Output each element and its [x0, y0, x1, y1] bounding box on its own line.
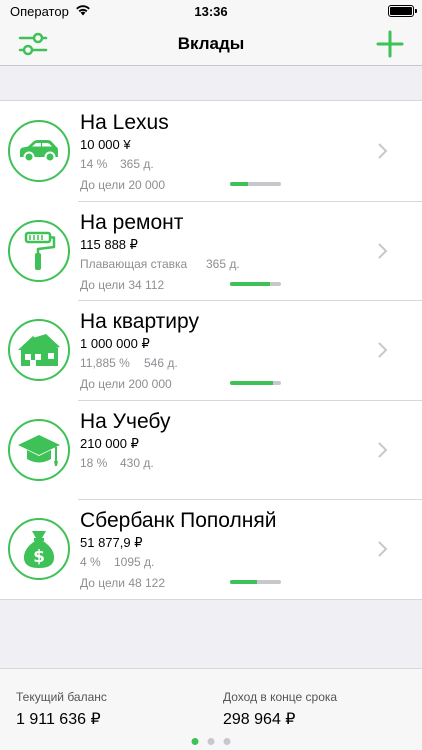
deposit-title: На квартиру — [80, 310, 199, 334]
deposit-term: 365 д. — [120, 157, 154, 171]
deposit-amount: 1 000 000 ₽ — [80, 336, 150, 352]
income-label: Доход в конце срока — [223, 690, 338, 704]
status-bar: Оператор 13:36 — [0, 0, 422, 22]
deposit-term: 365 д. — [206, 256, 240, 271]
deposit-row-education[interactable]: На Учебу 210 000 ₽ 18 % 430 д. — [0, 399, 422, 500]
deposit-rate: 18 % — [80, 455, 108, 470]
deposit-row-apartment[interactable]: На квартиру 1 000 000 ₽ 11,885 % 546 д. … — [0, 300, 422, 400]
deposit-goal: До цели 48 122 — [80, 576, 166, 591]
deposit-amount: 210 000 ₽ — [80, 435, 139, 451]
page-indicator — [191, 738, 231, 745]
chevron-right-icon — [378, 143, 388, 159]
plus-icon[interactable] — [376, 30, 404, 58]
deposit-row-lexus[interactable]: На Lexus 10 000 ¥ 14 % 365 д. До цели 20… — [0, 101, 422, 201]
chevron-right-icon — [378, 541, 388, 557]
deposit-rate: Плавающая ставка — [80, 256, 188, 271]
deposit-term: 1095 д. — [114, 555, 155, 570]
goal-progress-bar — [230, 182, 281, 186]
nav-bar: Вклады — [0, 22, 422, 66]
deposit-title: На Учебу — [80, 409, 171, 433]
status-left: Оператор — [10, 4, 91, 19]
goal-progress-fill — [230, 281, 270, 286]
page-dot[interactable] — [223, 738, 231, 745]
wifi-icon — [75, 4, 91, 19]
goal-progress-fill — [230, 182, 248, 186]
deposit-amount: 51 877,9 ₽ — [80, 535, 143, 551]
house-icon — [8, 319, 70, 382]
carrier-name: Оператор — [10, 3, 69, 19]
deposit-title: Сбербанк Пополняй — [80, 509, 277, 533]
deposit-amount: 115 888 ₽ — [80, 236, 138, 252]
page-title: Вклады — [177, 33, 245, 53]
sliders-icon[interactable] — [18, 32, 48, 56]
page-dot[interactable] — [207, 738, 215, 745]
summary-footer: Текущий баланс 1 911 636 ₽ Доход в конце… — [0, 668, 422, 750]
goal-progress-bar — [230, 381, 281, 386]
svg-text:$: $ — [33, 547, 45, 567]
deposit-goal: До цели 20 000 — [80, 178, 166, 192]
goal-progress-fill — [230, 580, 257, 585]
deposit-term: 546 д. — [144, 356, 178, 371]
goal-progress-bar — [230, 580, 281, 585]
chevron-right-icon — [378, 342, 388, 358]
deposit-goal: До цели 34 112 — [80, 277, 165, 292]
status-time: 13:36 — [194, 3, 228, 19]
balance-label: Текущий баланс — [16, 690, 107, 704]
deposit-rate: 4 % — [80, 555, 101, 570]
deposit-rate: 14 % — [80, 157, 108, 171]
battery-icon — [388, 5, 417, 17]
car-icon — [8, 120, 70, 182]
chevron-right-icon — [378, 442, 388, 458]
goal-progress-fill — [230, 381, 273, 386]
deposit-title: На ремонт — [80, 210, 184, 234]
deposit-row-renovation[interactable]: На ремонт 115 888 ₽ Плавающая ставка 365… — [0, 200, 422, 301]
deposits-list: На Lexus 10 000 ¥ 14 % 365 д. До цели 20… — [0, 100, 422, 600]
graduation-cap-icon — [8, 418, 70, 481]
paint-roller-icon — [8, 219, 70, 282]
money-bag-icon: $ — [8, 518, 70, 581]
deposit-amount: 10 000 ¥ — [80, 137, 131, 152]
deposit-goal: До цели 200 000 — [80, 377, 172, 392]
balance-value: 1 911 636 ₽ — [16, 711, 101, 728]
income-value: 298 964 ₽ — [223, 711, 296, 728]
deposit-row-sberbank[interactable]: $ Сбербанк Пополняй 51 877,9 ₽ 4 % 1095 … — [0, 499, 422, 599]
page-dot[interactable] — [191, 738, 199, 745]
deposit-title: На Lexus — [80, 111, 169, 134]
deposit-term: 430 д. — [120, 455, 154, 470]
goal-progress-bar — [230, 281, 281, 286]
chevron-right-icon — [378, 243, 388, 259]
deposit-rate: 11,885 % — [80, 356, 130, 371]
